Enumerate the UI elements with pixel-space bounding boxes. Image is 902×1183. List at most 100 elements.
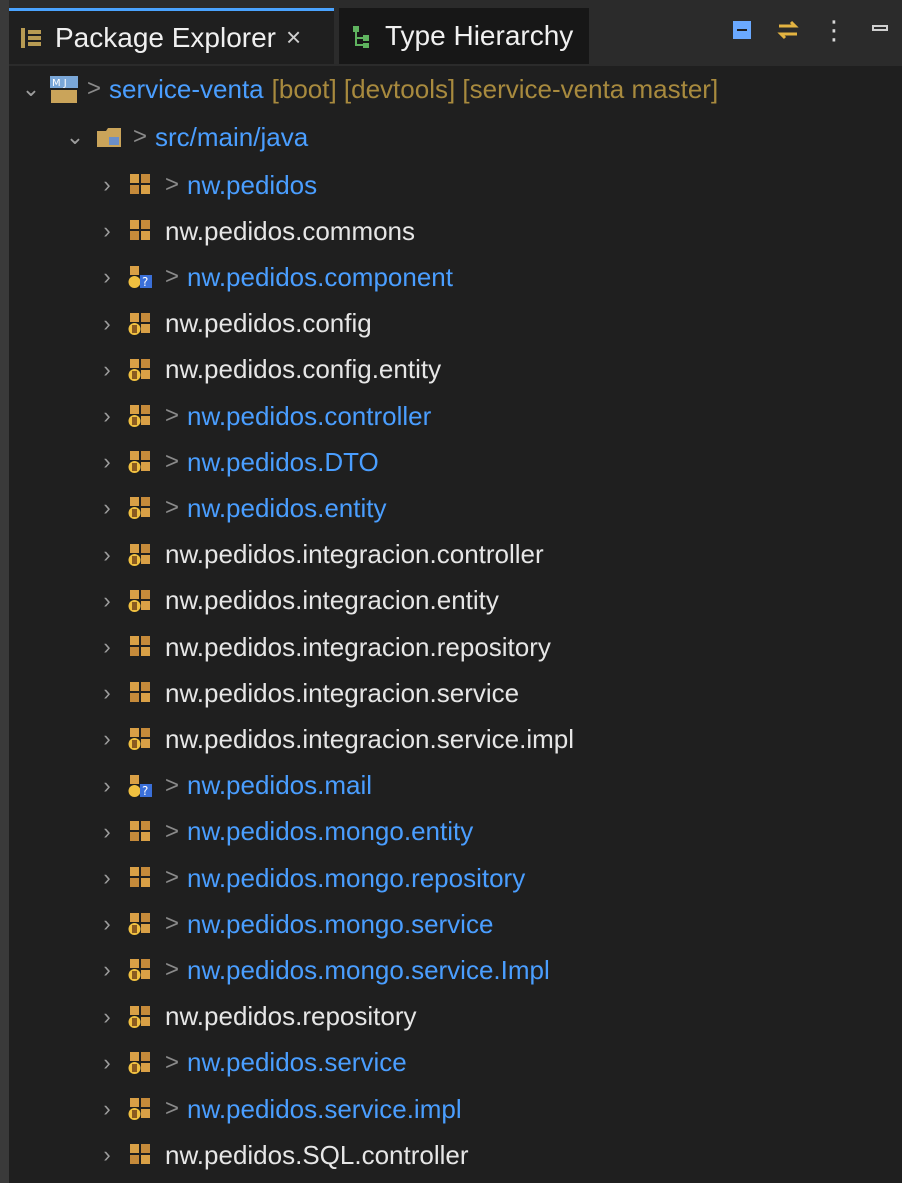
package-plain-icon	[127, 818, 155, 846]
chevron-right-icon[interactable]: ›	[97, 819, 117, 845]
tree-row-package[interactable]: › nw.pedidos.config.entity	[9, 347, 902, 393]
chevron-right-icon[interactable]: ›	[97, 588, 117, 614]
package-java-icon	[127, 1049, 155, 1077]
tree-row-package[interactable]: ›? > nw.pedidos.mail	[9, 763, 902, 809]
tree-row-package[interactable]: › nw.pedidos.config	[9, 301, 902, 347]
package-java-icon	[127, 587, 155, 615]
package-java-icon	[127, 356, 155, 384]
package-explorer-panel: Package Explorer × Type Hierarchy ⋮ ⌄ M …	[0, 0, 902, 1183]
chevron-right-icon[interactable]: ›	[97, 449, 117, 475]
project-name: service-venta	[109, 73, 264, 104]
close-icon[interactable]: ×	[286, 22, 301, 53]
tree-row-package[interactable]: › nw.pedidos.integracion.service	[9, 670, 902, 716]
chevron-right-icon[interactable]: ›	[97, 495, 117, 521]
tree-row-source-folder[interactable]: ⌄ > src/main/java	[9, 114, 902, 160]
chevron-right-icon[interactable]: ›	[97, 1050, 117, 1076]
link-with-editor-icon[interactable]	[774, 16, 802, 44]
chevron-right-icon[interactable]: ›	[97, 264, 117, 290]
package-java-icon	[127, 910, 155, 938]
chevron-right-icon[interactable]: ›	[97, 957, 117, 983]
project-decorations: [boot] [devtools] [service-venta master]	[271, 73, 719, 104]
package-question-icon: ?	[127, 772, 155, 800]
package-name: nw.pedidos.component	[187, 261, 453, 292]
chevron-right-icon[interactable]: ›	[97, 773, 117, 799]
chevron-right-icon[interactable]: ›	[97, 865, 117, 891]
tree-row-package[interactable]: › nw.pedidos.commons	[9, 208, 902, 254]
svg-text:?: ?	[142, 784, 148, 798]
dirty-marker: >	[165, 864, 180, 891]
view-toolbar: ⋮	[728, 10, 902, 50]
tree-row-package[interactable]: › nw.pedidos.repository	[9, 994, 902, 1040]
tree-row-package[interactable]: › nw.pedidos.integracion.repository	[9, 624, 902, 670]
tree-row-package[interactable]: › > nw.pedidos.mongo.service	[9, 901, 902, 947]
tab-type-hierarchy[interactable]: Type Hierarchy	[339, 8, 589, 64]
chevron-down-icon[interactable]: ⌄	[21, 76, 41, 102]
collapse-all-icon[interactable]	[728, 16, 756, 44]
package-tree: ⌄ M J > service-venta [boot] [devtools] …	[9, 66, 902, 1183]
tree-row-package[interactable]: › > nw.pedidos.entity	[9, 485, 902, 531]
package-name: nw.pedidos.integracion.controller	[165, 539, 544, 570]
package-name: nw.pedidos.integracion.entity	[165, 585, 499, 616]
package-name: nw.pedidos.commons	[165, 215, 416, 246]
package-name: nw.pedidos.integracion.repository	[165, 631, 551, 662]
package-name: nw.pedidos.repository	[165, 1001, 417, 1032]
chevron-right-icon[interactable]: ›	[97, 542, 117, 568]
tree-row-package[interactable]: › > nw.pedidos.mongo.service.Impl	[9, 947, 902, 993]
chevron-right-icon[interactable]: ›	[97, 634, 117, 660]
chevron-right-icon[interactable]: ›	[97, 311, 117, 337]
svg-text:?: ?	[142, 275, 148, 289]
dirty-marker: >	[165, 771, 180, 799]
chevron-right-icon[interactable]: ›	[97, 1096, 117, 1122]
source-folder-name: src/main/java	[155, 121, 309, 152]
tree-row-package[interactable]: › nw.pedidos.integracion.controller	[9, 532, 902, 578]
package-name: nw.pedidos.DTO	[187, 446, 379, 477]
tree-row-package[interactable]: › > nw.pedidos.service	[9, 1040, 902, 1086]
dirty-marker: >	[165, 910, 180, 938]
tree-row-package[interactable]: › nw.pedidos.SQL.controller	[9, 1132, 902, 1178]
dirty-marker: >	[87, 75, 102, 102]
tree-row-package[interactable]: › > nw.pedidos	[9, 162, 902, 208]
package-java-icon	[127, 310, 155, 338]
chevron-right-icon[interactable]: ›	[97, 1142, 117, 1168]
chevron-right-icon[interactable]: ›	[97, 1004, 117, 1030]
tree-row-project[interactable]: ⌄ M J > service-venta [boot] [devtools] …	[9, 66, 902, 112]
package-java-icon	[127, 402, 155, 430]
package-name: nw.pedidos	[187, 169, 318, 200]
package-name: nw.pedidos.mail	[187, 770, 373, 801]
package-name: nw.pedidos.mongo.entity	[187, 816, 474, 847]
tree-row-package[interactable]: › nw.pedidos.integracion.entity	[9, 578, 902, 624]
package-java-icon	[127, 1095, 155, 1123]
chevron-down-icon[interactable]: ⌄	[65, 124, 85, 150]
chevron-right-icon[interactable]: ›	[97, 680, 117, 706]
tree-row-package[interactable]: › > nw.pedidos.mongo.repository	[9, 855, 902, 901]
minimize-icon[interactable]	[866, 16, 894, 44]
chevron-right-icon[interactable]: ›	[97, 218, 117, 244]
package-name: nw.pedidos.service.impl	[187, 1093, 462, 1124]
view-tab-bar: Package Explorer × Type Hierarchy ⋮	[9, 0, 902, 67]
tree-row-package[interactable]: › > nw.pedidos.service.impl	[9, 1086, 902, 1132]
svg-text:M J: M J	[52, 78, 67, 89]
package-plain-icon	[127, 217, 155, 245]
dirty-marker: >	[165, 402, 180, 429]
package-question-icon: ?	[127, 263, 155, 291]
tree-row-package[interactable]: › > nw.pedidos.controller	[9, 393, 902, 439]
tab-label: Type Hierarchy	[385, 20, 574, 51]
view-menu-icon[interactable]: ⋮	[820, 15, 848, 45]
tree-row-package[interactable]: ›? > nw.pedidos.component	[9, 254, 902, 300]
tree-row-package[interactable]: › > nw.pedidos.mongo.entity	[9, 809, 902, 855]
package-name: nw.pedidos.config	[165, 308, 372, 339]
chevron-right-icon[interactable]: ›	[97, 172, 117, 198]
package-name: nw.pedidos.SQL.controller	[165, 1139, 469, 1170]
tab-label: Package Explorer	[55, 21, 277, 53]
chevron-right-icon[interactable]: ›	[97, 911, 117, 937]
tab-package-explorer[interactable]: Package Explorer ×	[9, 8, 334, 64]
chevron-right-icon[interactable]: ›	[97, 726, 117, 752]
package-java-icon	[127, 956, 155, 984]
chevron-right-icon[interactable]: ›	[97, 403, 117, 429]
tree-row-package[interactable]: › nw.pedidos.integracion.service.impl	[9, 716, 902, 762]
package-name: nw.pedidos.mongo.service	[187, 908, 494, 939]
chevron-right-icon[interactable]: ›	[97, 357, 117, 383]
source-folder-icon	[95, 123, 123, 151]
tree-row-package[interactable]: › > nw.pedidos.DTO	[9, 439, 902, 485]
dirty-marker: >	[165, 817, 180, 845]
